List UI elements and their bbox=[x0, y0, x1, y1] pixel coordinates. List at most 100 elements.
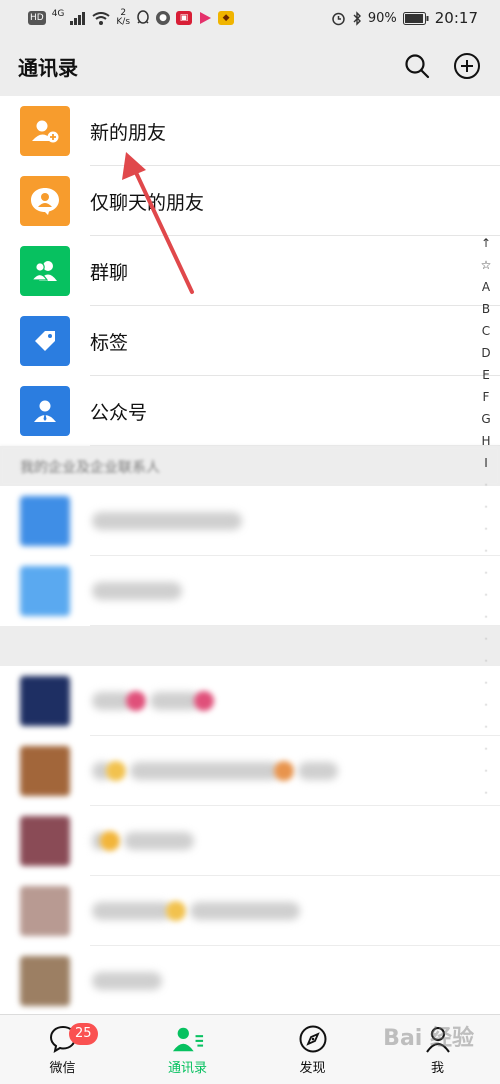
network-type: 4G bbox=[51, 9, 65, 19]
speed-unit: K/s bbox=[116, 17, 131, 27]
qq-icon bbox=[137, 10, 149, 24]
index-letter-blurred[interactable]: · bbox=[484, 738, 488, 760]
contact-name-blurred bbox=[130, 762, 280, 780]
tab-chats[interactable]: 微信 25 bbox=[0, 1015, 125, 1084]
index-letter-blurred[interactable]: · bbox=[484, 650, 488, 672]
function-item-label: 新的朋友 bbox=[90, 121, 167, 144]
index-letter-blurred[interactable]: · bbox=[484, 628, 488, 650]
add-button[interactable] bbox=[452, 51, 482, 81]
avatar bbox=[20, 886, 70, 936]
index-letter-blurred[interactable]: · bbox=[484, 672, 488, 694]
index-up-arrow[interactable]: ↑ bbox=[481, 232, 491, 254]
index-letter-blurred[interactable]: · bbox=[484, 760, 488, 782]
index-letter[interactable]: F bbox=[483, 386, 490, 408]
index-letter[interactable]: I bbox=[484, 452, 488, 474]
index-letter-blurred[interactable]: · bbox=[484, 584, 488, 606]
enterprise-section-header: 我的企业及企业联系人 bbox=[0, 446, 500, 486]
contact-name-blurred bbox=[92, 902, 172, 920]
battery-percent: 90% bbox=[367, 10, 397, 26]
battery-icon bbox=[402, 11, 429, 25]
list-item[interactable] bbox=[0, 806, 500, 876]
official-accounts-item[interactable]: 公众号 bbox=[0, 376, 500, 446]
index-letter-blurred[interactable]: · bbox=[484, 694, 488, 716]
function-item-label: 群聊 bbox=[90, 261, 129, 284]
list-item[interactable] bbox=[0, 666, 500, 736]
index-letter[interactable]: C bbox=[482, 320, 490, 342]
tags-item[interactable]: 标签 bbox=[0, 306, 500, 376]
contact-name-blurred bbox=[150, 692, 200, 710]
contact-name-blurred bbox=[92, 972, 162, 990]
index-letter-blurred[interactable]: · bbox=[484, 606, 488, 628]
emoji-icon bbox=[194, 691, 214, 711]
index-letter[interactable]: D bbox=[481, 342, 490, 364]
index-letter[interactable]: G bbox=[481, 408, 490, 430]
person-icon bbox=[422, 1023, 454, 1055]
list-item[interactable] bbox=[0, 486, 500, 556]
bottom-tab-bar: 微信 25 通讯录 发现 我 bbox=[0, 1014, 500, 1084]
list-item[interactable] bbox=[0, 946, 500, 1016]
emoji-icon bbox=[126, 691, 146, 711]
contact-name-blurred bbox=[92, 512, 242, 530]
search-icon bbox=[405, 54, 430, 79]
bluetooth-icon bbox=[353, 10, 361, 26]
tab-contacts[interactable]: 通讯录 bbox=[125, 1015, 250, 1084]
group-chat-item[interactable]: 群聊 bbox=[0, 236, 500, 306]
function-item-label: 公众号 bbox=[90, 401, 148, 424]
alarm-icon bbox=[332, 12, 345, 25]
alphabet-index[interactable]: ↑ ☆ A B C D E F G H I · · · · · · · · · … bbox=[480, 232, 492, 804]
page-title: 通讯录 bbox=[18, 55, 78, 80]
search-button[interactable] bbox=[402, 51, 432, 81]
app-notification-icon-yellow: ◆ bbox=[218, 11, 235, 25]
letter-section-header bbox=[0, 626, 500, 666]
index-letter-blurred[interactable]: · bbox=[484, 562, 488, 584]
chat-only-icon bbox=[20, 176, 70, 226]
index-letter-blurred[interactable]: · bbox=[484, 716, 488, 738]
app-notification-icon-red: ▣ bbox=[176, 11, 193, 25]
new-friends-item[interactable]: 新的朋友 bbox=[0, 96, 500, 166]
contact-name-blurred bbox=[190, 902, 300, 920]
index-letter-blurred[interactable]: · bbox=[484, 474, 488, 496]
network-speed: 2 K/s bbox=[116, 9, 130, 27]
avatar bbox=[20, 496, 70, 546]
list-item[interactable] bbox=[0, 556, 500, 626]
index-letter-blurred[interactable]: · bbox=[484, 782, 488, 804]
index-letter-blurred[interactable]: · bbox=[484, 518, 488, 540]
status-bar: HD 4G 2 K/s ● ▣ ◆ 90% 20:17 bbox=[0, 0, 500, 36]
tab-label: 通讯录 bbox=[167, 1061, 207, 1076]
index-star[interactable]: ☆ bbox=[481, 254, 492, 276]
list-item[interactable] bbox=[0, 876, 500, 946]
header-bar: 通讯录 bbox=[0, 36, 500, 96]
index-letter-blurred[interactable]: · bbox=[484, 540, 488, 562]
contacts-icon bbox=[172, 1023, 204, 1055]
unread-badge: 25 bbox=[69, 1023, 98, 1045]
chat-only-friends-item[interactable]: 仅聊天的朋友 bbox=[0, 166, 500, 236]
tab-discover[interactable]: 发现 bbox=[250, 1015, 375, 1084]
tab-label: 微信 bbox=[49, 1061, 76, 1076]
signal-icon bbox=[70, 11, 86, 25]
contacts-list: 新的朋友 仅聊天的朋友 群聊 标签 公众号 我的企业及企业联系人 bbox=[0, 96, 500, 1016]
index-letter[interactable]: H bbox=[481, 430, 490, 452]
avatar bbox=[20, 676, 70, 726]
contact-name-blurred bbox=[92, 582, 182, 600]
clock: 20:17 bbox=[434, 9, 478, 27]
official-account-icon bbox=[20, 386, 70, 436]
plus-circle-icon bbox=[454, 53, 480, 79]
play-icon bbox=[200, 12, 212, 24]
index-letter-blurred[interactable]: · bbox=[484, 496, 488, 518]
tag-icon bbox=[20, 316, 70, 366]
hd-indicator: HD bbox=[28, 11, 46, 25]
tab-me[interactable]: 我 bbox=[375, 1015, 500, 1084]
group-chat-icon bbox=[20, 246, 70, 296]
list-item[interactable] bbox=[0, 736, 500, 806]
avatar bbox=[20, 746, 70, 796]
emoji-icon bbox=[274, 761, 294, 781]
avatar bbox=[20, 566, 70, 616]
avatar bbox=[20, 816, 70, 866]
app-notification-icon: ● bbox=[156, 11, 171, 25]
index-letter[interactable]: B bbox=[482, 298, 490, 320]
emoji-icon bbox=[106, 761, 126, 781]
function-item-label: 标签 bbox=[90, 331, 129, 354]
index-letter[interactable]: E bbox=[482, 364, 490, 386]
index-letter[interactable]: A bbox=[482, 276, 490, 298]
emoji-icon bbox=[100, 831, 120, 851]
